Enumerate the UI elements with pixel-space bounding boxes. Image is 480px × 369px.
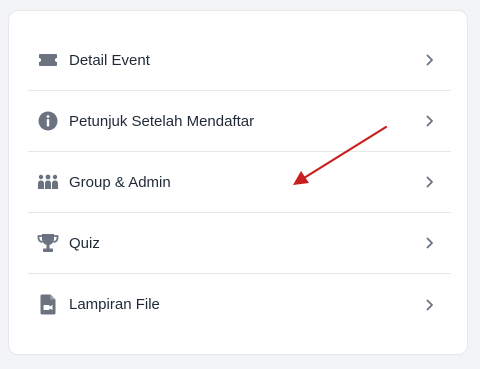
menu-item-detail-event[interactable]: Detail Event [28, 30, 451, 91]
event-menu-card: Detail Event Petunjuk Setelah Mendaftar [8, 10, 468, 355]
menu-item-petunjuk[interactable]: Petunjuk Setelah Mendaftar [28, 91, 451, 152]
people-group-icon [36, 170, 60, 194]
info-circle-icon [36, 109, 60, 133]
menu-item-label: Detail Event [69, 51, 150, 69]
chevron-right-icon [423, 175, 437, 189]
chevron-right-icon [423, 53, 437, 67]
menu-item-label: Lampiran File [69, 296, 160, 313]
menu-item-group-admin[interactable]: Group & Admin [28, 152, 451, 213]
menu-item-quiz[interactable]: Quiz [28, 213, 451, 274]
menu-item-label: Petunjuk Setelah Mendaftar [69, 112, 255, 130]
chevron-right-icon [423, 298, 437, 312]
chevron-right-icon [423, 114, 437, 128]
chevron-right-icon [423, 236, 437, 250]
file-video-icon [36, 293, 60, 317]
menu-item-lampiran-file[interactable]: Lampiran File [28, 274, 451, 335]
menu-item-label: Group & Admin [69, 173, 171, 191]
ticket-icon [36, 48, 60, 72]
trophy-icon [36, 231, 60, 255]
menu-item-label: Quiz [69, 234, 100, 252]
